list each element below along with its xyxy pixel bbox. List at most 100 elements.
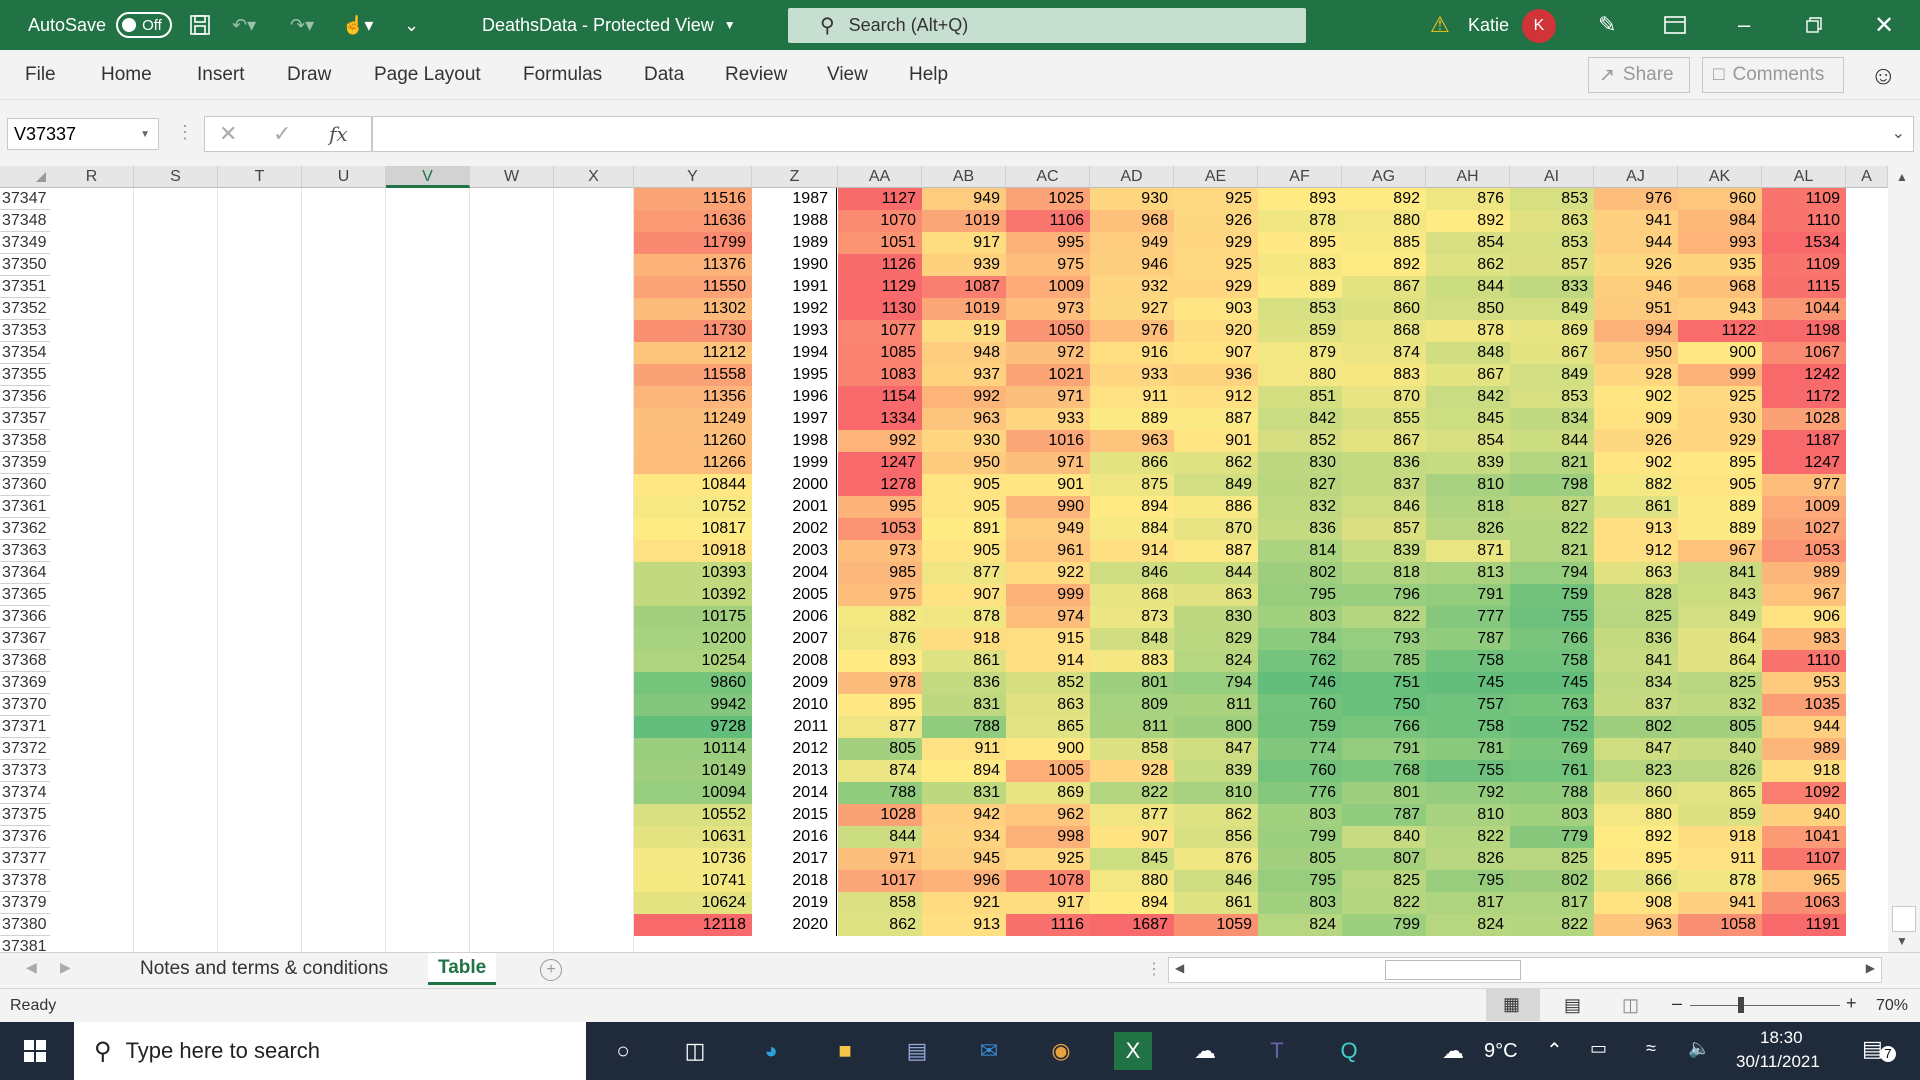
cell-aa[interactable]: 1247 — [838, 452, 922, 474]
cell-ae[interactable]: 862 — [1174, 804, 1258, 826]
cell-ag[interactable]: 807 — [1342, 848, 1426, 870]
cell-year[interactable]: 2009 — [752, 672, 832, 694]
file-explorer-icon[interactable]: ■ — [826, 1032, 864, 1070]
cell-ag[interactable]: 874 — [1342, 342, 1426, 364]
cell-ah[interactable]: 844 — [1426, 276, 1510, 298]
cell-al[interactable]: 1063 — [1762, 892, 1846, 914]
cancel-icon[interactable]: ✕ — [219, 121, 237, 147]
column-header-w[interactable]: W — [470, 166, 554, 188]
cell-aa[interactable]: 1051 — [838, 232, 922, 254]
cell-y[interactable]: 11376 — [634, 254, 752, 276]
cell-y[interactable]: 10817 — [634, 518, 752, 540]
cell-af[interactable]: 803 — [1258, 804, 1342, 826]
column-header-ae[interactable]: AE — [1174, 166, 1258, 188]
cell-ae[interactable]: 926 — [1174, 210, 1258, 232]
cell-ak[interactable]: 911 — [1678, 848, 1762, 870]
notifications-icon[interactable]: ▤ 7 — [1862, 1036, 1896, 1066]
cell-ag[interactable]: 750 — [1342, 694, 1426, 716]
cell-ae[interactable]: 901 — [1174, 430, 1258, 452]
cell-af[interactable]: 824 — [1258, 914, 1342, 936]
cell-y[interactable]: 11799 — [634, 232, 752, 254]
cell-ab[interactable]: 930 — [922, 430, 1006, 452]
cell-ag[interactable]: 822 — [1342, 606, 1426, 628]
cell-aa[interactable]: 985 — [838, 562, 922, 584]
cell-ae[interactable]: 920 — [1174, 320, 1258, 342]
cell-y[interactable]: 10149 — [634, 760, 752, 782]
cell-af[interactable]: 832 — [1258, 496, 1342, 518]
cell-ac[interactable]: 915 — [1006, 628, 1090, 650]
cell-af[interactable]: 827 — [1258, 474, 1342, 496]
cell-ah[interactable]: 839 — [1426, 452, 1510, 474]
row-header[interactable]: 37379 — [0, 892, 50, 914]
undo-icon[interactable]: ↶▾ — [232, 0, 256, 50]
column-header-v[interactable]: V — [386, 166, 470, 188]
cell-ac[interactable]: 900 — [1006, 738, 1090, 760]
h-scroll-thumb[interactable] — [1385, 960, 1521, 980]
row-header[interactable]: 37347 — [0, 188, 50, 210]
cell-ag[interactable]: 868 — [1342, 320, 1426, 342]
cell-ac[interactable]: 914 — [1006, 650, 1090, 672]
cell-ac[interactable]: 971 — [1006, 452, 1090, 474]
cell-ac[interactable]: 995 — [1006, 232, 1090, 254]
cell-year[interactable]: 2010 — [752, 694, 832, 716]
cell-al[interactable]: 983 — [1762, 628, 1846, 650]
cell-ag[interactable]: 818 — [1342, 562, 1426, 584]
cell-aj[interactable]: 976 — [1594, 188, 1678, 210]
cell-al[interactable]: 944 — [1762, 716, 1846, 738]
cell-ai[interactable]: 794 — [1510, 562, 1594, 584]
cell-year[interactable]: 2005 — [752, 584, 832, 606]
cell-af[interactable]: 814 — [1258, 540, 1342, 562]
cell-ac[interactable]: 925 — [1006, 848, 1090, 870]
cell-ad[interactable]: 968 — [1090, 210, 1174, 232]
row-header[interactable]: 37352 — [0, 298, 50, 320]
cell-aa[interactable]: 1126 — [838, 254, 922, 276]
battery-icon[interactable]: ▭ — [1590, 1038, 1607, 1059]
cell-y[interactable]: 10254 — [634, 650, 752, 672]
cell-ab[interactable]: 905 — [922, 496, 1006, 518]
cell-aa[interactable]: 844 — [838, 826, 922, 848]
cell-aj[interactable]: 950 — [1594, 342, 1678, 364]
cell-ai[interactable]: 803 — [1510, 804, 1594, 826]
cell-aj[interactable]: 902 — [1594, 386, 1678, 408]
column-header-a[interactable]: A — [1846, 166, 1888, 188]
cell-af[interactable]: 842 — [1258, 408, 1342, 430]
cell-ab[interactable]: 891 — [922, 518, 1006, 540]
cell-year[interactable]: 2015 — [752, 804, 832, 826]
cell-ah[interactable]: 826 — [1426, 518, 1510, 540]
edge-icon[interactable]: ◕ — [752, 1032, 790, 1070]
cell-ab[interactable]: 877 — [922, 562, 1006, 584]
cell-ah[interactable]: 758 — [1426, 716, 1510, 738]
column-header-u[interactable]: U — [302, 166, 386, 188]
cell-al[interactable]: 1027 — [1762, 518, 1846, 540]
cell-ah[interactable]: 777 — [1426, 606, 1510, 628]
cell-y[interactable]: 12118 — [634, 914, 752, 936]
cell-aj[interactable]: 944 — [1594, 232, 1678, 254]
cell-ac[interactable]: 999 — [1006, 584, 1090, 606]
cell-aa[interactable]: 874 — [838, 760, 922, 782]
cell-aj[interactable]: 912 — [1594, 540, 1678, 562]
row-header[interactable]: 37362 — [0, 518, 50, 540]
cell-aa[interactable]: 788 — [838, 782, 922, 804]
cell-ac[interactable]: 917 — [1006, 892, 1090, 914]
cell-ak[interactable]: 960 — [1678, 188, 1762, 210]
cell-ad[interactable]: 930 — [1090, 188, 1174, 210]
cell-aj[interactable]: 825 — [1594, 606, 1678, 628]
expand-icon[interactable]: ⌄ — [1892, 123, 1905, 143]
cell-year[interactable]: 2004 — [752, 562, 832, 584]
row-header[interactable]: 37355 — [0, 364, 50, 386]
cell-ad[interactable]: 848 — [1090, 628, 1174, 650]
cell-al[interactable]: 1534 — [1762, 232, 1846, 254]
cell-aa[interactable]: 1083 — [838, 364, 922, 386]
cell-aj[interactable]: 841 — [1594, 650, 1678, 672]
cell-ah[interactable]: 845 — [1426, 408, 1510, 430]
cell-ac[interactable]: 1009 — [1006, 276, 1090, 298]
clock-date[interactable]: 30/11/2021 — [1736, 1052, 1820, 1072]
cell-ad[interactable]: 907 — [1090, 826, 1174, 848]
cell-ag[interactable]: 801 — [1342, 782, 1426, 804]
cell-y[interactable]: 11260 — [634, 430, 752, 452]
row-header[interactable]: 37361 — [0, 496, 50, 518]
cell-ak[interactable]: 1058 — [1678, 914, 1762, 936]
cell-aj[interactable]: 834 — [1594, 672, 1678, 694]
cell-ag[interactable]: 785 — [1342, 650, 1426, 672]
row-header[interactable]: 37374 — [0, 782, 50, 804]
